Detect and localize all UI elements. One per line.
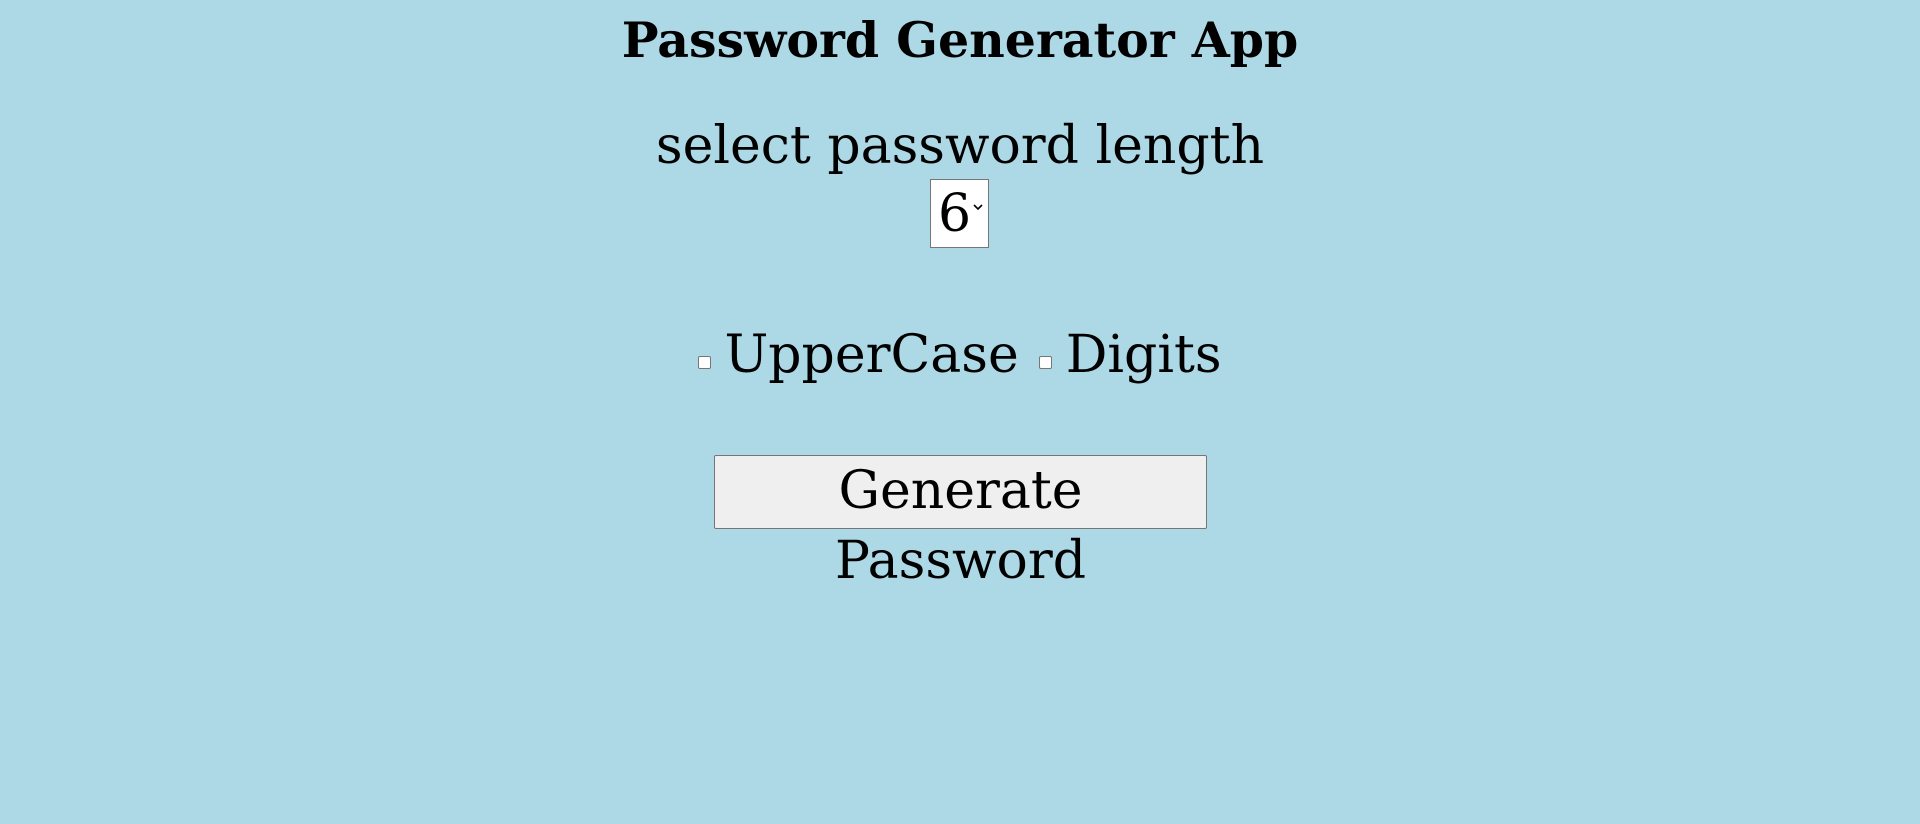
password-length-select[interactable]: 6 <box>930 179 989 248</box>
chevron-down-icon <box>973 204 983 211</box>
password-length-selected-value: 6 <box>938 184 972 244</box>
digits-checkbox[interactable] <box>1038 355 1052 369</box>
password-length-label: select password length <box>655 116 1265 176</box>
page-title: Password Generator App <box>621 11 1299 69</box>
uppercase-label: UpperCase <box>724 325 1019 385</box>
digits-label: Digits <box>1065 325 1222 385</box>
character-options: UpperCase Digits <box>0 320 1920 390</box>
uppercase-checkbox[interactable] <box>698 355 712 369</box>
password-generator-page: Password Generator App select password l… <box>0 0 1920 824</box>
generate-password-button[interactable]: Generate Password <box>714 455 1207 591</box>
